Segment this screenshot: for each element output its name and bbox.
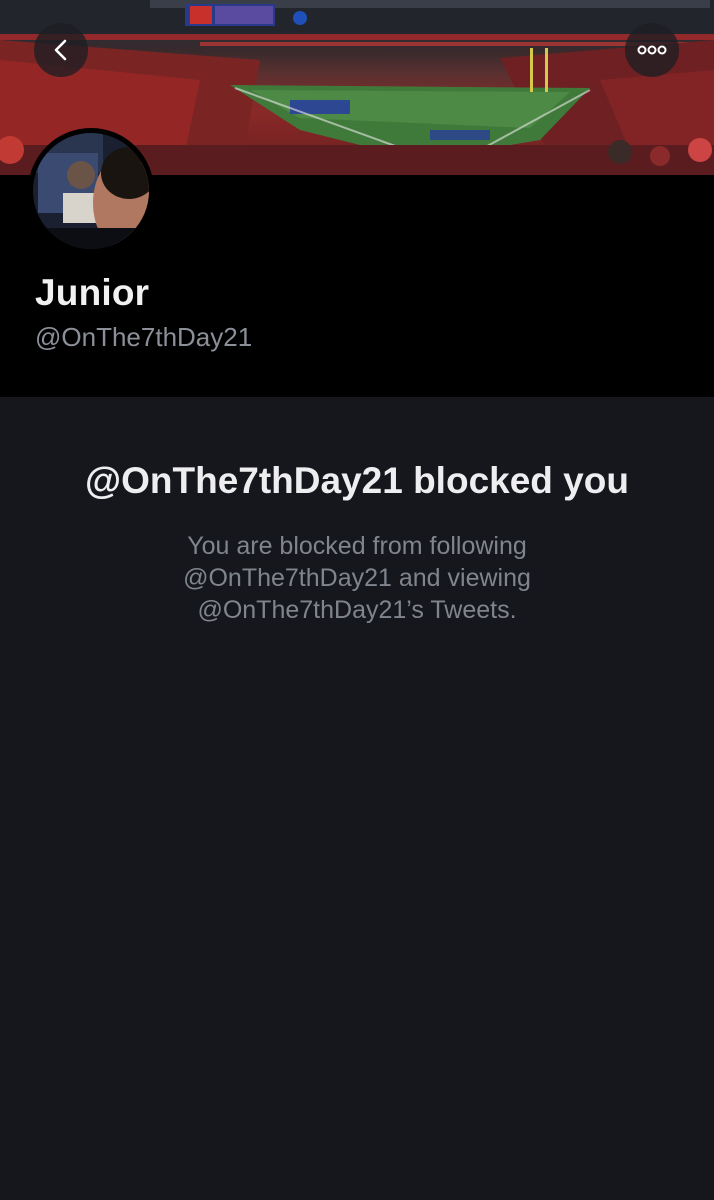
more-dots-icon (637, 45, 667, 55)
back-button[interactable] (34, 23, 88, 77)
blocked-message: You are blocked from following @OnThe7th… (183, 532, 531, 624)
display-name: Junior (35, 272, 150, 313)
more-options-button[interactable] (625, 23, 679, 77)
avatar[interactable] (28, 128, 154, 254)
chevron-left-icon (54, 39, 67, 61)
blocked-title: @OnThe7thDay21 blocked you (85, 460, 629, 501)
profile-handle: @OnThe7thDay21 (35, 322, 253, 352)
